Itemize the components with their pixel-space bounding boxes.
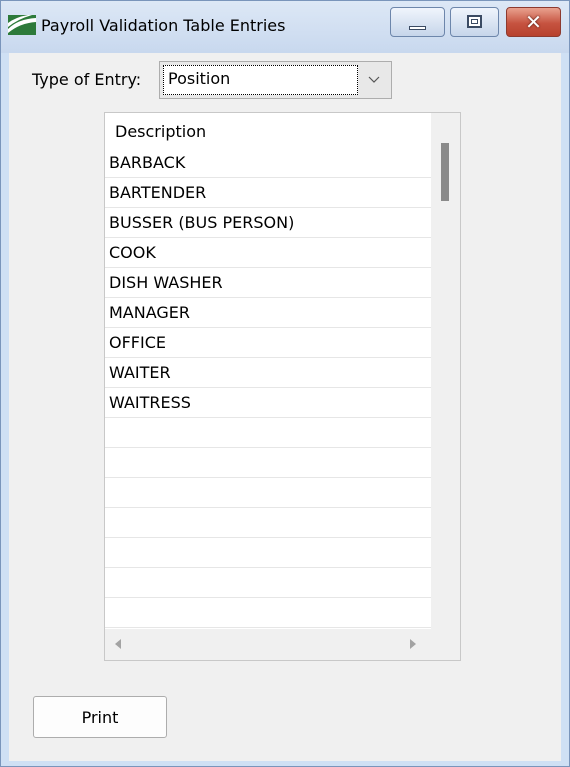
list-item[interactable] <box>105 598 431 628</box>
payroll-app-icon <box>8 15 36 35</box>
list-item[interactable]: BARBACK <box>105 148 431 178</box>
list-item[interactable] <box>105 478 431 508</box>
description-list: Description BARBACK BARTENDER BUSSER (BU… <box>104 112 461 661</box>
list-item[interactable]: DISH WASHER <box>105 268 431 298</box>
list-item[interactable]: WAITRESS <box>105 388 431 418</box>
list-item[interactable] <box>105 448 431 478</box>
description-column-header[interactable]: Description <box>105 113 431 148</box>
close-icon: ✕ <box>525 10 542 34</box>
maximize-button[interactable] <box>450 7 499 37</box>
list-item[interactable]: OFFICE <box>105 328 431 358</box>
window-title: Payroll Validation Table Entries <box>41 16 286 35</box>
list-item[interactable] <box>105 418 431 448</box>
scroll-left-arrow-icon[interactable] <box>115 639 121 649</box>
chevron-down-icon[interactable] <box>367 70 381 88</box>
description-list-area[interactable]: Description BARBACK BARTENDER BUSSER (BU… <box>105 113 431 629</box>
list-item[interactable]: WAITER <box>105 358 431 388</box>
minimize-icon <box>409 26 426 30</box>
type-of-entry-label: Type of Entry: <box>32 70 142 89</box>
scroll-right-arrow-icon[interactable] <box>410 639 416 649</box>
list-item[interactable]: MANAGER <box>105 298 431 328</box>
type-of-entry-select[interactable]: Position <box>159 61 392 99</box>
minimize-button[interactable] <box>390 7 445 37</box>
list-item[interactable]: COOK <box>105 238 431 268</box>
payroll-validation-window: Payroll Validation Table Entries ✕ Type … <box>0 0 570 767</box>
horizontal-scrollbar[interactable] <box>105 629 431 660</box>
close-button[interactable]: ✕ <box>506 7 561 37</box>
list-item[interactable] <box>105 538 431 568</box>
list-item[interactable] <box>105 508 431 538</box>
vertical-scroll-thumb[interactable] <box>441 143 449 201</box>
print-button[interactable]: Print <box>33 696 167 738</box>
list-item[interactable] <box>105 568 431 598</box>
list-item[interactable]: BUSSER (BUS PERSON) <box>105 208 431 238</box>
title-bar[interactable]: Payroll Validation Table Entries ✕ <box>1 1 569 53</box>
list-item[interactable]: BARTENDER <box>105 178 431 208</box>
type-of-entry-value[interactable]: Position <box>163 65 358 95</box>
maximize-icon <box>467 15 482 28</box>
vertical-scrollbar[interactable] <box>431 113 460 629</box>
window-client-area: Type of Entry: Position Description BARB… <box>9 53 561 761</box>
